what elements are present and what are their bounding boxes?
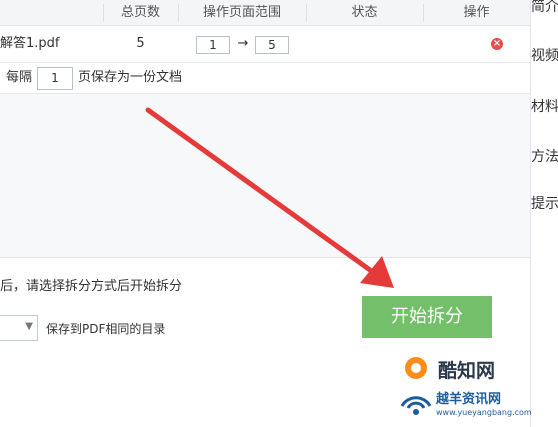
side-item-video[interactable]: 视频	[531, 45, 558, 65]
chevron-down-icon: ▼	[25, 321, 33, 332]
red-arrow-annotation	[145, 107, 394, 288]
destination-label: 保存到PDF相同的目录	[46, 322, 166, 336]
watermark: 酷知网 越羊资讯网 www.yueyangbang.com	[398, 350, 558, 427]
side-item-tips[interactable]: 提示	[531, 193, 558, 213]
side-item-materials[interactable]: 材料	[531, 96, 558, 116]
watermark-sub-text: 越羊资讯网	[436, 392, 502, 407]
watermark-main-text: 酷知网	[438, 360, 496, 382]
destination-select[interactable]: ▼	[0, 315, 38, 341]
side-item-method[interactable]: 方法	[531, 146, 558, 166]
wifi-logo-icon	[400, 357, 432, 415]
side-item-intro[interactable]: 简介	[531, 0, 558, 16]
watermark-url: www.yueyangbang.com	[436, 408, 532, 417]
start-split-button[interactable]: 开始拆分	[362, 296, 492, 338]
